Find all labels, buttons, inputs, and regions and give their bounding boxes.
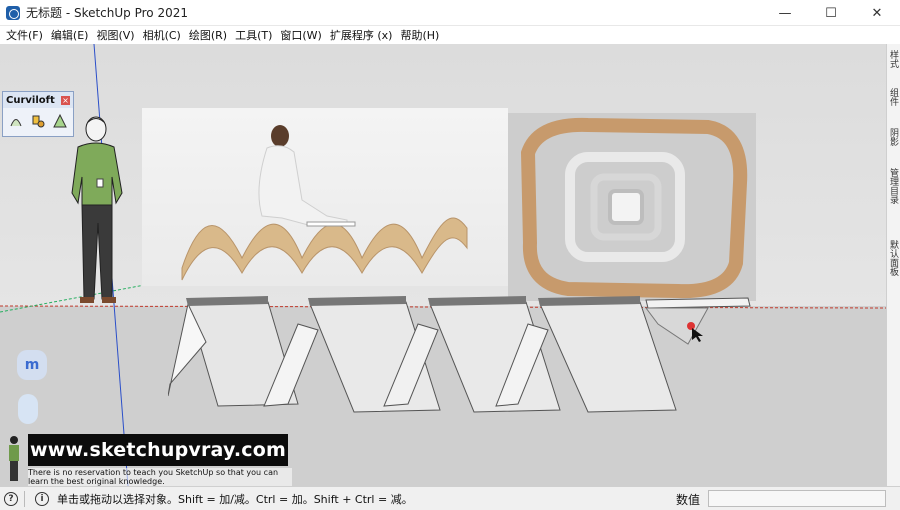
status-bar: ? i 单击或拖动以选择对象。Shift = 加/减。Ctrl = 加。Shif… — [0, 486, 900, 510]
website-banner: www.sketchupvray.com — [28, 434, 288, 466]
menu-help[interactable]: 帮助(H) — [396, 27, 443, 43]
figure-shoe-left — [80, 297, 94, 303]
measurements-label: 数值 — [676, 493, 701, 507]
bench-photo-art — [181, 125, 468, 281]
figure-shirt — [71, 142, 123, 206]
person-head — [271, 125, 289, 147]
twisted-bench-model[interactable] — [168, 294, 768, 424]
mouse-cursor-icon — [692, 328, 703, 342]
title-bar: 无标题 - SketchUp Pro 2021 — ☐ ✕ — [0, 0, 900, 26]
measurements-input[interactable] — [708, 490, 886, 507]
default-tray: 样式 组件 阴影 管理目录 默认面板 — [886, 44, 900, 486]
tray-tab-components[interactable]: 组件 — [888, 88, 900, 106]
tray-tab-manage-directory[interactable]: 管理目录 — [888, 168, 900, 204]
menu-edit[interactable]: 编辑(E) — [47, 27, 93, 43]
figure-badge — [96, 178, 104, 188]
menu-bar: 文件(F) 编辑(E) 视图(V) 相机(C) 绘图(R) 工具(T) 窗口(W… — [0, 26, 900, 44]
window-title: 无标题 - SketchUp Pro 2021 — [26, 6, 188, 20]
inference-point — [687, 322, 695, 330]
loft-along-path-icon[interactable] — [29, 112, 47, 130]
menu-extensions[interactable]: 扩展程序 (x) — [326, 27, 397, 43]
sketchup-logo-icon — [6, 5, 20, 20]
tray-tab-styles[interactable]: 样式 — [888, 50, 900, 68]
float-panel-m[interactable]: m — [17, 350, 47, 380]
menu-camera[interactable]: 相机(C) — [139, 27, 185, 43]
curviloft-title: Curviloft — [6, 94, 55, 106]
menu-draw[interactable]: 绘图(R) — [185, 27, 231, 43]
window-controls: — ☐ ✕ — [762, 0, 900, 26]
maximize-button[interactable]: ☐ — [808, 0, 854, 26]
reference-photo-spiral[interactable] — [508, 113, 756, 301]
menu-tools[interactable]: 工具(T) — [231, 27, 276, 43]
figure-shoe-right — [102, 297, 116, 303]
close-button[interactable]: ✕ — [854, 0, 900, 26]
loft-by-spline-icon[interactable] — [7, 112, 25, 130]
info-icon[interactable]: i — [35, 491, 49, 506]
reference-photo-bench[interactable] — [142, 108, 508, 286]
menu-window[interactable]: 窗口(W) — [276, 27, 325, 43]
spiral-ring-3 — [608, 189, 644, 225]
website-note: There is no reservation to teach you Ske… — [28, 468, 292, 486]
spiral-photo-art — [508, 113, 756, 301]
white-plank — [306, 221, 356, 227]
curviloft-toolbar: Curviloft × — [2, 91, 74, 137]
skinning-icon[interactable] — [51, 112, 69, 130]
menu-file[interactable]: 文件(F) — [2, 27, 47, 43]
scale-figure[interactable] — [68, 113, 148, 313]
float-panel-pill[interactable] — [18, 394, 38, 424]
curviloft-close-button[interactable]: × — [61, 95, 70, 105]
wave-bench — [181, 217, 468, 281]
small-scale-figure — [9, 436, 19, 481]
help-icon[interactable]: ? — [4, 491, 18, 506]
tray-tab-shadows[interactable]: 阴影 — [888, 128, 900, 146]
menu-view[interactable]: 视图(V) — [92, 27, 138, 43]
status-separator — [24, 490, 25, 507]
minimize-button[interactable]: — — [762, 0, 808, 26]
status-hint: 单击或拖动以选择对象。Shift = 加/减。Ctrl = 加。Shift + … — [57, 492, 413, 506]
person-body — [258, 145, 348, 227]
tray-tab-default-panel[interactable]: 默认面板 — [888, 240, 900, 276]
figure-pants — [81, 204, 113, 300]
curviloft-tools — [3, 108, 73, 134]
curviloft-header: Curviloft × — [3, 92, 73, 108]
